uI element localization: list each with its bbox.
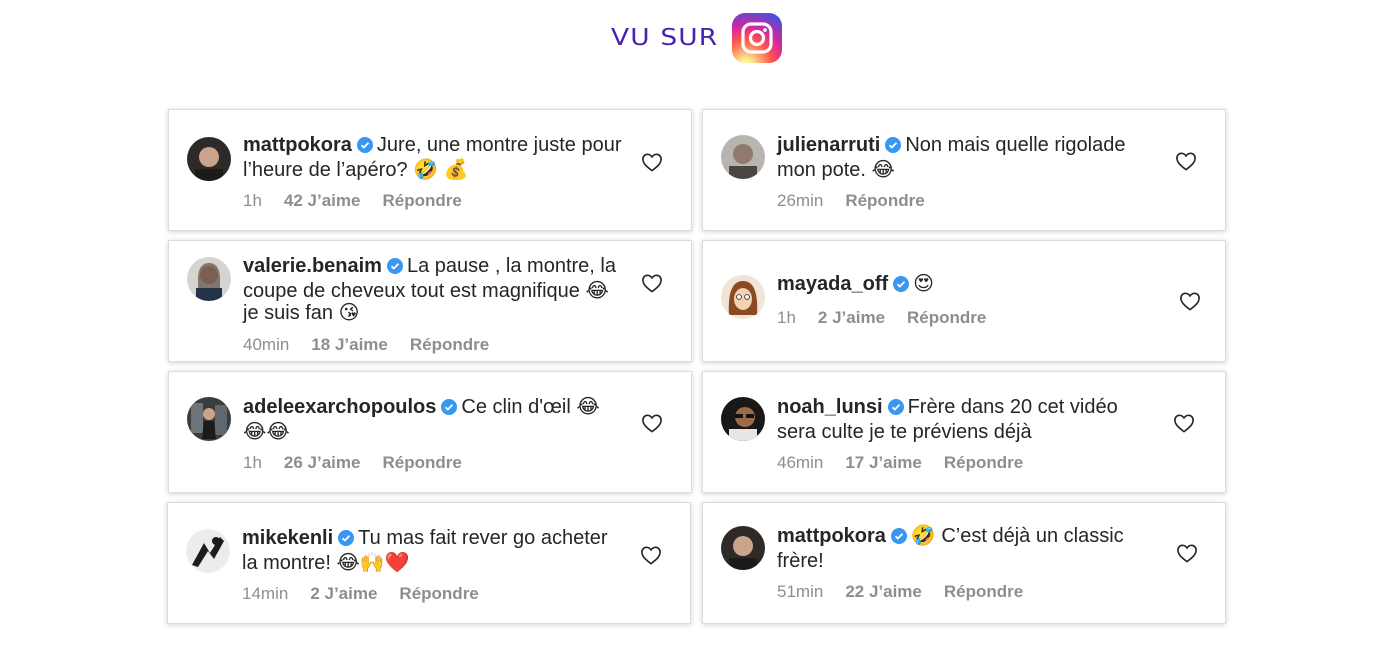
likes-count[interactable]: 17 J’aime [845,453,922,473]
comment-meta: 1h 26 J’aime Répondre [243,453,623,473]
comment-meta: 14min 2 J’aime Répondre [242,584,622,604]
heart-icon[interactable] [641,273,663,293]
comment-time: 26min [777,191,824,210]
avatar[interactable] [721,526,765,570]
verified-badge-icon [441,398,458,421]
reply-link[interactable]: Répondre [410,335,489,355]
reply-link[interactable]: Répondre [382,191,461,211]
comment-meta: 40min 18 J’aime Répondre [243,335,623,355]
comment-meta: 26min Répondre [777,191,1157,211]
verified-badge-icon [356,136,373,159]
username[interactable]: adeleexarchopoulos [243,396,436,418]
avatar[interactable] [721,135,765,179]
likes-count[interactable]: 26 J’aime [284,453,361,473]
heart-icon[interactable] [1179,291,1201,311]
comment-meta: 51min 22 J’aime Répondre [777,582,1157,602]
avatar[interactable] [187,397,231,441]
verified-badge-icon [893,275,910,298]
vu-sur-label: VU SUR [611,25,719,51]
comment-time: 1h [243,453,262,472]
reply-link[interactable]: Répondre [382,453,461,473]
username[interactable]: mayada_off [777,273,888,295]
verified-badge-icon [338,529,355,552]
comment-meta: 1h 2 J’aime Répondre [777,308,1157,328]
likes-count[interactable]: 2 J’aime [310,584,377,604]
username[interactable]: noah_lunsi [777,396,883,418]
comment-time: 40min [243,334,290,354]
reply-link[interactable]: Répondre [944,582,1023,602]
likes-count[interactable]: 22 J’aime [845,582,922,602]
header: VU SUR [0,12,1400,64]
comment-card: mayada_off 😍 1h 2 J’aime Répondre [702,240,1226,362]
heart-icon[interactable] [641,413,663,433]
comment-time: 1h [243,191,262,210]
comment-meta: 1h 42 J’aime Répondre [243,191,623,211]
likes-count[interactable]: 18 J’aime [311,335,388,355]
comment-card: mattpokora Jure, une montre juste pour l’… [168,109,692,231]
likes-count[interactable]: 42 J’aime [284,191,361,211]
verified-badge-icon [386,257,403,280]
verified-badge-icon [885,136,902,159]
comment-card: valerie.benaim La pause , la montre, la c… [168,240,692,362]
avatar[interactable] [187,137,231,181]
comment-text: mayada_off 😍 [777,273,1157,298]
comment-time: 51min [777,582,824,601]
comment-text: valerie.benaim La pause , la montre, la c… [243,255,623,325]
reply-link[interactable]: Répondre [845,191,924,211]
username[interactable]: mikekenli [242,527,333,549]
comment-card: mattpokora 🤣 C’est déjà un classic frère!… [702,502,1226,624]
comment-text: julienarruti Non mais quelle rigolade mon… [777,134,1157,181]
comment-time: 1h [777,307,796,327]
comment-text: noah_lunsi Frère dans 20 cet vidéo sera c… [777,396,1157,443]
reply-link[interactable]: Répondre [907,308,986,328]
username[interactable]: valerie.benaim [243,255,382,277]
heart-icon[interactable] [1176,543,1198,563]
comment-time: 14min [242,584,289,603]
avatar[interactable] [721,397,765,441]
heart-icon[interactable] [1173,413,1195,433]
heart-icon[interactable] [641,152,663,172]
comment-card: noah_lunsi Frère dans 20 cet vidéo sera c… [702,371,1226,493]
reply-link[interactable]: Répondre [944,453,1023,473]
username[interactable]: mattpokora [777,525,886,547]
likes-count[interactable]: 2 J’aime [818,308,885,328]
comment-card: mikekenli Tu mas fait rever go acheter la… [167,502,691,624]
comment-card: julienarruti Non mais quelle rigolade mon… [702,109,1226,231]
avatar[interactable] [186,529,230,573]
comment-text: adeleexarchopoulos Ce clin d'œil 😂 😂😂 [243,396,623,443]
username[interactable]: mattpokora [243,134,352,156]
username[interactable]: julienarruti [777,134,880,156]
avatar[interactable] [187,257,231,301]
verified-badge-icon [890,527,907,550]
instagram-logo-icon [731,13,782,63]
comment-text: mikekenli Tu mas fait rever go acheter la… [242,527,622,574]
comment-text: mattpokora Jure, une montre juste pour l’… [243,134,623,181]
comment-text: mattpokora 🤣 C’est déjà un classic frère! [777,525,1157,572]
verified-badge-icon [887,398,904,421]
reply-link[interactable]: Répondre [399,584,478,604]
heart-icon[interactable] [640,545,662,565]
heart-icon[interactable] [1175,151,1197,171]
comment-meta: 46min 17 J’aime Répondre [777,453,1157,473]
comment-body: 😍 [913,273,935,295]
comment-time: 46min [777,453,824,472]
avatar[interactable] [721,275,765,319]
comment-card: adeleexarchopoulos Ce clin d'œil 😂 😂😂 1h … [168,371,692,493]
